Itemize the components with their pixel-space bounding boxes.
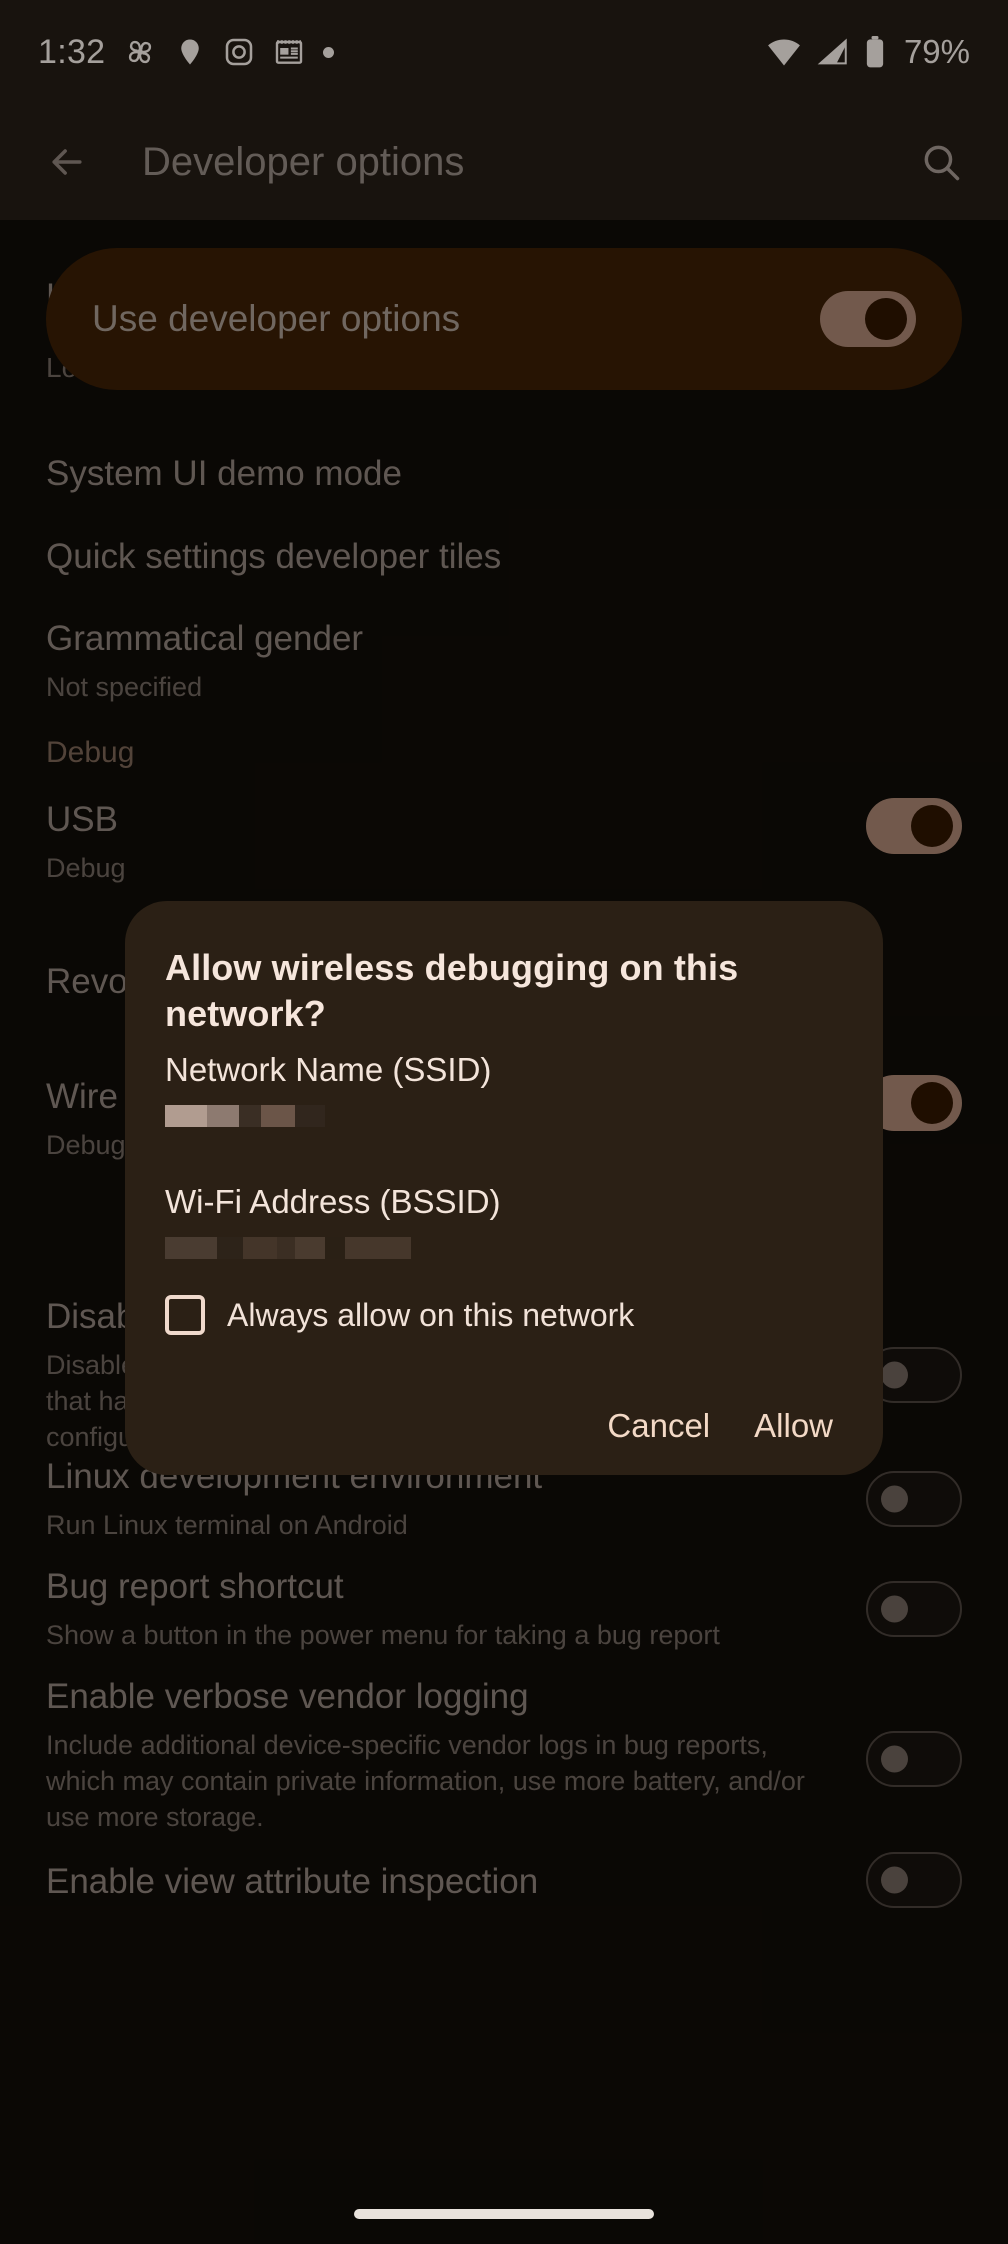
always-allow-checkbox-row[interactable]: Always allow on this network [165,1295,843,1335]
always-allow-checkbox[interactable] [165,1295,205,1335]
cancel-button[interactable]: Cancel [607,1407,710,1445]
dialog-bssid-label: Wi-Fi Address (BSSID) [165,1183,501,1220]
dialog-ssid-value-redacted [165,1103,843,1129]
wireless-debugging-dialog: Allow wireless debugging on this network… [125,901,883,1475]
phone-screen: 1:32 79% Developer options Use developer… [0,0,1008,2244]
gesture-nav-bar [0,2196,1008,2244]
dialog-title: Allow wireless debugging on this network… [165,947,739,1034]
dialog-ssid-label: Network Name (SSID) [165,1051,492,1088]
always-allow-checkbox-label: Always allow on this network [227,1296,635,1333]
dialog-actions: Cancel Allow [165,1407,843,1445]
allow-button[interactable]: Allow [754,1407,833,1445]
dialog-bssid-value-redacted [165,1235,843,1261]
home-gesture-pill[interactable] [354,2209,654,2219]
